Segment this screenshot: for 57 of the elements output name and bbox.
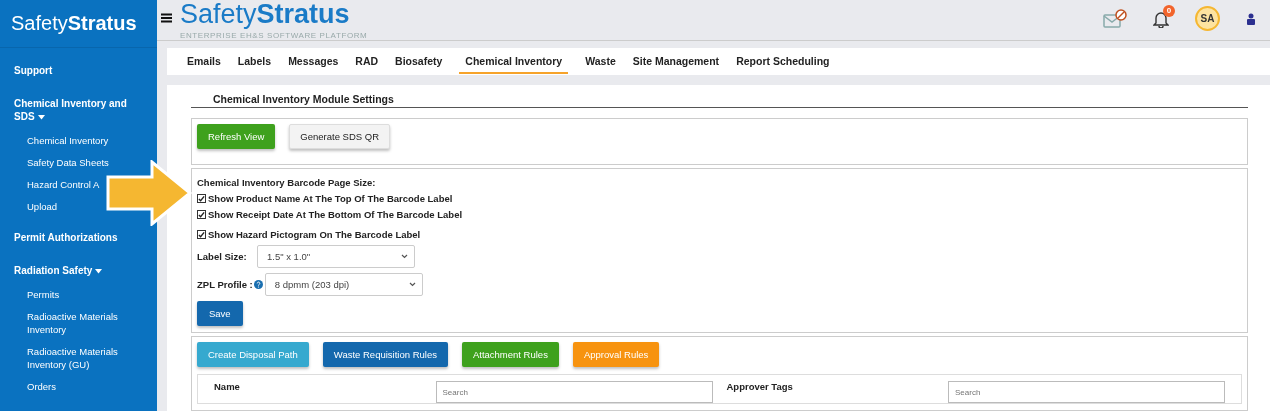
tab[interactable]: Labels: [237, 49, 272, 74]
tab[interactable]: Messages: [288, 49, 339, 74]
sidebar-section[interactable]: Permit Authorizations: [14, 231, 148, 244]
search-field[interactable]: Search: [948, 381, 1225, 403]
help-icon[interactable]: [253, 280, 263, 289]
sidebar-logo: SafetyStratus: [0, 0, 157, 48]
save-button[interactable]: Save: [197, 301, 243, 326]
bell-icon[interactable]: [1153, 9, 1169, 28]
chevron-icon: [408, 282, 416, 287]
chevron-icon: [401, 254, 408, 259]
field-label: ZPL Profile :: [197, 279, 253, 290]
checkbox-label: Show Receipt Date At The Bottom Of The Barcode Label: [208, 209, 463, 220]
checkbox-label: Show Hazard Pictogram On The Barcode Label: [208, 229, 421, 240]
filter-label: Name: [214, 381, 240, 392]
user-avatar[interactable]: SA: [1195, 6, 1220, 31]
sidebar-item[interactable]: Chemical Inventory: [27, 134, 109, 147]
rule-button[interactable]: Create Disposal Path: [197, 342, 309, 367]
sidebar-item[interactable]: Safety Data Sheets: [27, 156, 109, 169]
checkbox-label: Show Product Name At The Top Of The Barcode Label: [208, 193, 453, 204]
caret-icon: [37, 114, 45, 120]
sidebar-section[interactable]: Support: [14, 64, 148, 77]
zpl-profile-select[interactable]: 8 dpmm (203 dpi): [264, 273, 423, 296]
brand-logo: SafetyStratus: [180, 0, 351, 28]
sidebar-item[interactable]: Hazard Control A: [27, 178, 100, 191]
checkbox[interactable]: [197, 210, 206, 219]
field-label: Label Size:: [197, 251, 248, 262]
checkbox[interactable]: [197, 230, 206, 239]
sidebar-item[interactable]: Orders: [27, 380, 57, 393]
checkbox[interactable]: [197, 194, 206, 203]
rule-button[interactable]: Waste Requisition Rules: [322, 342, 448, 367]
notification-count: 0: [1163, 4, 1175, 17]
tab[interactable]: Emails: [187, 49, 221, 74]
tab[interactable]: RAD: [355, 49, 379, 74]
user-lock-icon[interactable]: [1246, 12, 1256, 25]
search-field[interactable]: Search: [435, 381, 713, 403]
tagline: ENTERPRISE EH&S SOFTWARE PLATFORM: [180, 31, 368, 40]
sidebar-section[interactable]: Chemical Inventory and SDS: [14, 97, 148, 123]
action-button[interactable]: Generate SDS QR: [289, 124, 390, 149]
action-button[interactable]: Refresh View: [197, 124, 276, 149]
sidebar-section[interactable]: Radiation Safety: [14, 264, 148, 277]
tab[interactable]: Report Scheduling: [736, 49, 830, 74]
tab[interactable]: Waste: [585, 49, 616, 74]
sidebar-item[interactable]: Radioactive Materials Inventory (GU): [27, 345, 143, 371]
label-size-select[interactable]: 1.5" x 1.0": [257, 245, 415, 268]
sidebar-item[interactable]: Permits: [27, 288, 60, 301]
filter-label: Approver Tags: [726, 381, 793, 392]
sidebar-item[interactable]: Upload: [27, 200, 58, 213]
mail-blocked-icon[interactable]: [1103, 8, 1127, 29]
caret-icon: [95, 268, 103, 274]
tab[interactable]: Chemical Inventory: [459, 49, 569, 74]
menu-icon[interactable]: [161, 13, 172, 23]
section-title: Chemical Inventory Module Settings: [191, 93, 1248, 108]
rule-button[interactable]: Attachment Rules: [461, 342, 559, 367]
sidebar-item[interactable]: Radioactive Materials Inventory: [27, 310, 143, 336]
barcode-title: Chemical Inventory Barcode Page Size:: [197, 177, 377, 188]
tab[interactable]: Biosafety: [395, 49, 443, 74]
tab[interactable]: Site Management: [632, 49, 720, 74]
